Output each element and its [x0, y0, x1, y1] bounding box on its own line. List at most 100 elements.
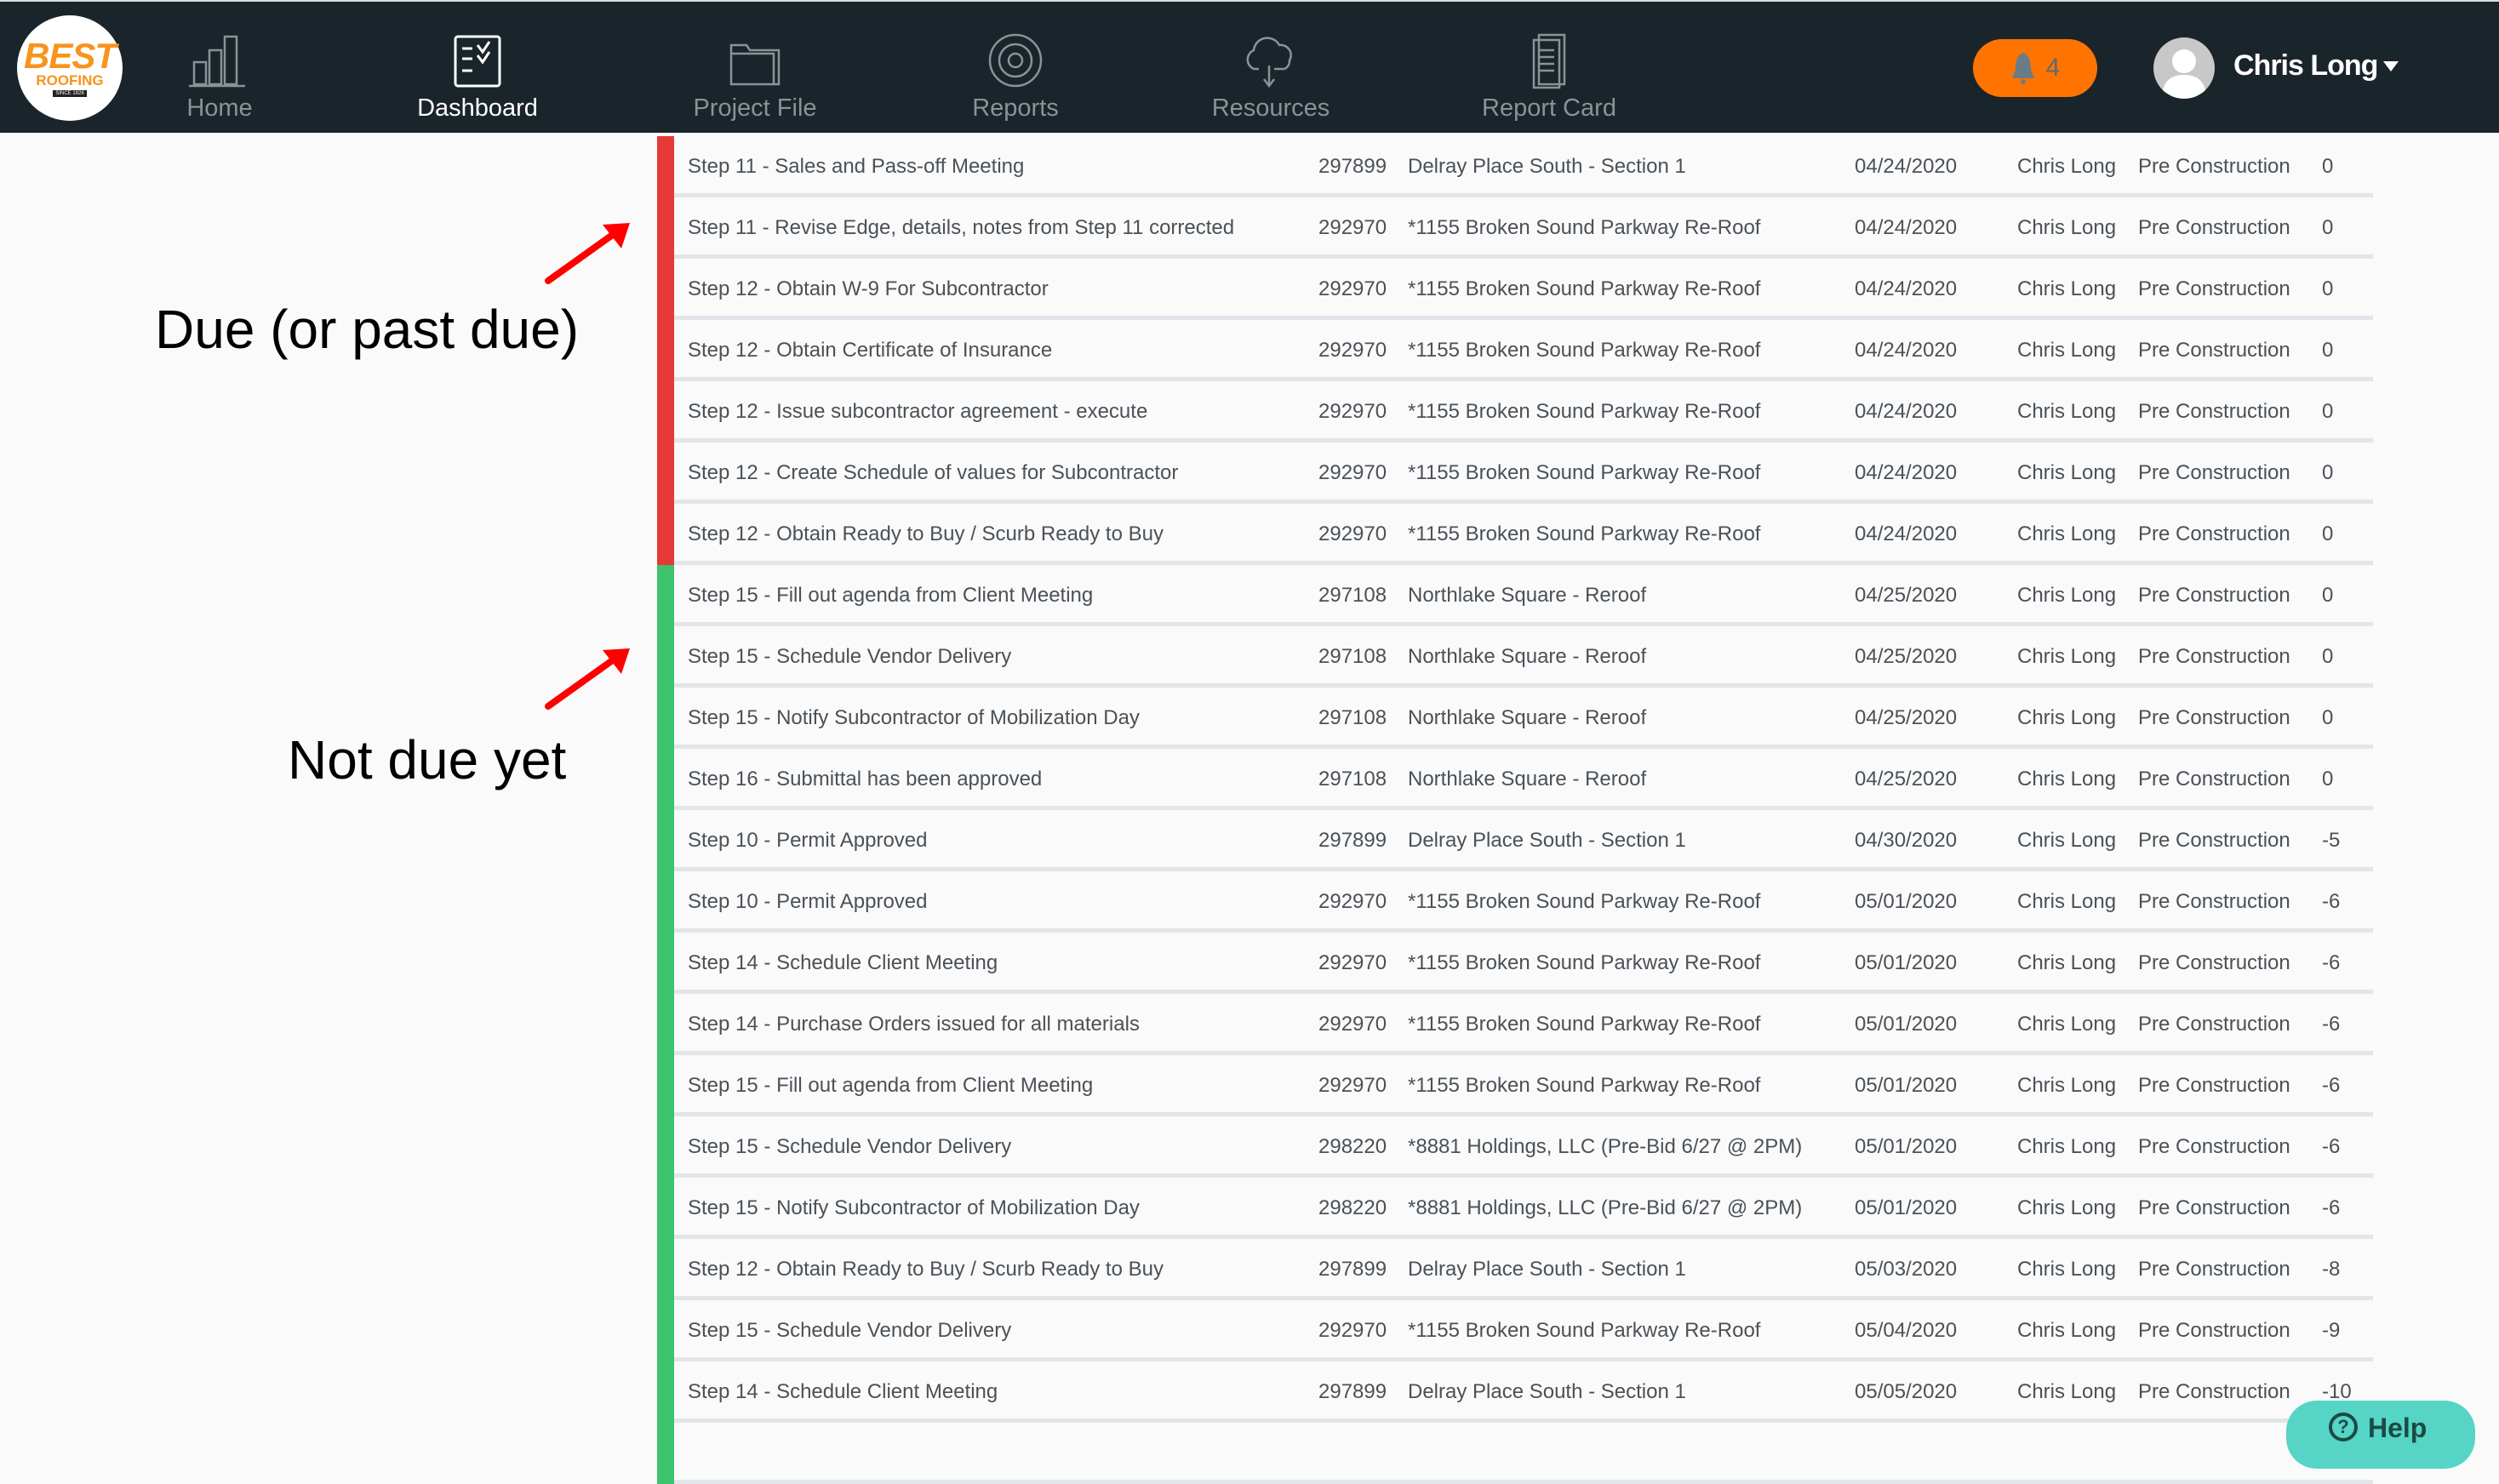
due-date: 05/04/2020	[1855, 1319, 1958, 1342]
status-indicator-due	[657, 442, 674, 504]
project-name: Northlake Square - Reroof	[1408, 768, 1647, 791]
due-date: 05/01/2020	[1855, 890, 1958, 913]
status-indicator-not-due	[657, 688, 674, 749]
task-table: Step 11 - Sales and Pass-off Meeting 2978…	[657, 136, 2373, 1484]
days-remaining: -6	[2322, 890, 2341, 913]
task-name: Step 12 - Issue subcontractor agreement …	[688, 400, 1148, 423]
chevron-down-icon[interactable]	[2383, 61, 2399, 71]
status-indicator-not-due	[657, 565, 674, 626]
job-number: 292970	[1318, 890, 1387, 913]
nav-item-reports[interactable]: Reports	[962, 2, 1069, 134]
table-row[interactable]	[657, 1423, 2373, 1484]
task-name: Step 15 - Schedule Vendor Delivery	[688, 645, 1012, 668]
table-row[interactable]: Step 15 - Schedule Vendor Delivery 298220…	[657, 1116, 2373, 1178]
task-name: Step 15 - Fill out agenda from Client Me…	[688, 1074, 1094, 1097]
phase: Pre Construction	[2138, 277, 2290, 300]
project-name: *8881 Holdings, LLC (Pre-Bid 6/27 @ 2PM)	[1408, 1196, 1803, 1219]
logo-text-roofing: ROOFING	[36, 72, 104, 88]
table-row[interactable]: Step 12 - Obtain Certificate of Insuranc…	[657, 320, 2373, 381]
table-row[interactable]: Step 12 - Obtain Ready to Buy / Scurb Re…	[657, 504, 2373, 565]
phase: Pre Construction	[2138, 155, 2290, 178]
table-row[interactable]: Step 14 - Purchase Orders issued for all…	[657, 994, 2373, 1055]
nav-item-project-file[interactable]: Project File	[681, 2, 829, 134]
status-indicator-due	[657, 136, 674, 197]
table-row[interactable]: Step 15 - Schedule Vendor Delivery 292970…	[657, 1300, 2373, 1361]
table-row[interactable]: Step 15 - Notify Subcontractor of Mobili…	[657, 688, 2373, 749]
phase: Pre Construction	[2138, 1013, 2290, 1036]
assigned-user: Chris Long	[2017, 277, 2117, 300]
table-row[interactable]: Step 12 - Issue subcontractor agreement …	[657, 381, 2373, 442]
assigned-user: Chris Long	[2017, 1258, 2117, 1281]
due-date: 04/24/2020	[1855, 216, 1958, 239]
target-icon	[988, 33, 1043, 88]
table-row[interactable]: Step 12 - Obtain Ready to Buy / Scurb Re…	[657, 1239, 2373, 1300]
due-date: 04/24/2020	[1855, 400, 1958, 423]
phase: Pre Construction	[2138, 216, 2290, 239]
nav-item-resources[interactable]: Resources	[1209, 2, 1333, 134]
table-row[interactable]: Step 16 - Submittal has been approved 297…	[657, 749, 2373, 810]
due-date: 04/25/2020	[1855, 706, 1958, 729]
help-label: Help	[2368, 1413, 2428, 1443]
task-name: Step 14 - Schedule Client Meeting	[688, 951, 998, 974]
assigned-user: Chris Long	[2017, 1196, 2117, 1219]
help-button[interactable]: ? Help	[2286, 1401, 2475, 1469]
task-name: Step 12 - Create Schedule of values for …	[688, 461, 1179, 484]
task-name: Step 11 - Revise Edge, details, notes fr…	[688, 216, 1235, 239]
table-row[interactable]: Step 15 - Schedule Vendor Delivery 297108…	[657, 626, 2373, 688]
nav-label-home: Home	[186, 94, 253, 122]
due-date: 04/25/2020	[1855, 584, 1958, 607]
status-indicator-not-due	[657, 1116, 674, 1178]
table-row[interactable]: Step 12 - Create Schedule of values for …	[657, 442, 2373, 504]
phase: Pre Construction	[2138, 706, 2290, 729]
due-date: 04/25/2020	[1855, 768, 1958, 791]
table-row[interactable]: Step 10 - Permit Approved 292970 *1155 Bro…	[657, 871, 2373, 933]
nav-item-report-card[interactable]: Report Card	[1479, 2, 1619, 134]
task-name: Step 15 - Notify Subcontractor of Mobili…	[688, 1196, 1140, 1219]
notifications-button[interactable]: 4	[1973, 39, 2097, 97]
logo-text-best: BEST	[23, 36, 117, 76]
days-remaining: 0	[2322, 277, 2334, 300]
project-name: *1155 Broken Sound Parkway Re-Roof	[1408, 461, 1761, 484]
job-number: 297108	[1318, 584, 1387, 607]
project-name: Delray Place South - Section 1	[1408, 155, 1686, 178]
phase: Pre Construction	[2138, 645, 2290, 668]
status-indicator-not-due	[657, 1361, 674, 1423]
table-row[interactable]: Step 12 - Obtain W-9 For Subcontractor 29…	[657, 259, 2373, 320]
days-remaining: 0	[2322, 584, 2334, 607]
assigned-user: Chris Long	[2017, 1074, 2117, 1097]
task-name: Step 15 - Fill out agenda from Client Me…	[688, 584, 1094, 607]
table-row[interactable]: Step 15 - Fill out agenda from Client Me…	[657, 565, 2373, 626]
days-remaining: -5	[2322, 829, 2341, 852]
job-number: 297899	[1318, 829, 1387, 852]
best-roofing-logo[interactable]: BEST ROOFING SINCE 1928	[17, 15, 123, 121]
table-row[interactable]: Step 15 - Notify Subcontractor of Mobili…	[657, 1178, 2373, 1239]
job-number: 297108	[1318, 645, 1387, 668]
table-row[interactable]: Step 14 - Schedule Client Meeting 297899 D…	[657, 1361, 2373, 1423]
table-row[interactable]: Step 11 - Sales and Pass-off Meeting 2978…	[657, 136, 2373, 197]
table-row[interactable]: Step 14 - Schedule Client Meeting 292970 *…	[657, 933, 2373, 994]
nav-item-dashboard[interactable]: Dashboard	[414, 2, 541, 134]
job-number: 292970	[1318, 522, 1387, 545]
job-number: 292970	[1318, 216, 1387, 239]
table-row[interactable]: Step 11 - Revise Edge, details, notes fr…	[657, 197, 2373, 259]
days-remaining: 0	[2322, 768, 2334, 791]
due-date: 05/01/2020	[1855, 951, 1958, 974]
job-number: 298220	[1318, 1135, 1387, 1158]
status-indicator-not-due	[657, 1423, 674, 1484]
phase: Pre Construction	[2138, 461, 2290, 484]
nav-item-home[interactable]: Home	[177, 2, 262, 134]
user-avatar[interactable]	[2153, 37, 2215, 99]
phase: Pre Construction	[2138, 1319, 2290, 1342]
due-date: 05/01/2020	[1855, 1135, 1958, 1158]
status-indicator-not-due	[657, 1239, 674, 1300]
days-remaining: 0	[2322, 522, 2334, 545]
due-date: 04/24/2020	[1855, 155, 1958, 178]
user-name[interactable]: Chris Long	[2233, 49, 2378, 83]
status-indicator-due	[657, 259, 674, 320]
job-number: 292970	[1318, 1013, 1387, 1036]
table-row[interactable]: Step 15 - Fill out agenda from Client Me…	[657, 1055, 2373, 1116]
table-row[interactable]: Step 10 - Permit Approved 297899 Delray Pl…	[657, 810, 2373, 871]
days-remaining: 0	[2322, 645, 2334, 668]
status-indicator-not-due	[657, 994, 674, 1055]
phase: Pre Construction	[2138, 584, 2290, 607]
